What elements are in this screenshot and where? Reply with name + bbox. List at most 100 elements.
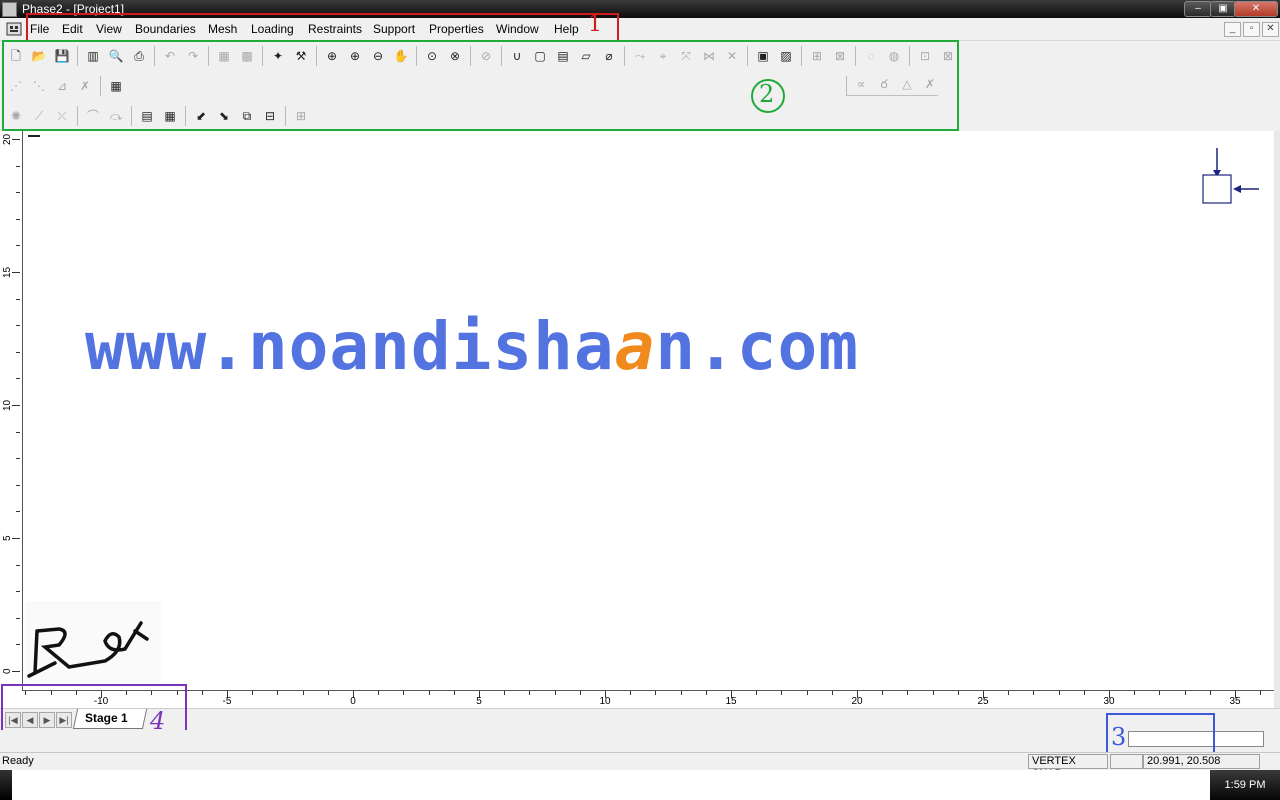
signature-logo	[25, 601, 161, 683]
x-ruler-label: 20	[851, 696, 863, 707]
x-ruler-tick	[957, 691, 959, 695]
x-ruler-tick	[831, 691, 833, 695]
x-ruler-tick	[1008, 691, 1010, 695]
status-bar: Ready VERTEX SNAP 20.991, 20.508	[0, 752, 1280, 780]
close-window-button[interactable]: ✕	[1234, 1, 1278, 17]
x-ruler-tick	[277, 691, 279, 695]
watermark-accent: a	[614, 308, 656, 385]
vertical-ruler: 20 15 10 5 0	[0, 131, 23, 691]
y-ruler-tick	[16, 431, 20, 433]
x-ruler-tick	[1058, 691, 1060, 695]
y-ruler-tick	[16, 617, 20, 619]
x-ruler-tick	[806, 691, 808, 695]
x-ruler-tick	[1159, 691, 1161, 695]
x-ruler-tick	[655, 691, 657, 695]
y-ruler-label: 0	[2, 668, 13, 674]
annotation-menu-box	[26, 13, 619, 42]
x-ruler-label: 10	[599, 696, 611, 707]
x-ruler-label: 0	[350, 696, 356, 707]
x-ruler-tick	[630, 691, 632, 695]
x-ruler-tick	[1184, 691, 1186, 695]
x-ruler-tick	[1083, 691, 1085, 695]
x-ruler-tick	[932, 691, 934, 695]
y-ruler-tick	[16, 378, 20, 380]
watermark-text: www.noandishaan.com	[85, 308, 859, 385]
x-ruler-label: 35	[1229, 696, 1241, 707]
x-ruler-tick	[680, 691, 682, 695]
document-icon[interactable]	[6, 21, 22, 37]
watermark-after: n.com	[655, 308, 859, 385]
x-ruler-tick	[428, 691, 430, 695]
x-ruler-tick	[705, 691, 707, 695]
start-edge[interactable]	[0, 770, 12, 800]
y-ruler-tick	[16, 192, 20, 194]
x-ruler-label: 25	[977, 696, 989, 707]
x-ruler-tick	[453, 691, 455, 695]
x-ruler-tick	[781, 691, 783, 695]
x-ruler-tick	[1260, 691, 1262, 695]
minimize-window-button[interactable]: –	[1184, 1, 1212, 17]
app-icon[interactable]	[2, 2, 17, 17]
y-ruler-tick	[16, 458, 20, 460]
x-ruler-tick	[907, 691, 909, 695]
x-ruler-tick	[554, 691, 556, 695]
y-ruler-tick	[16, 484, 20, 486]
x-ruler-tick	[882, 691, 884, 695]
horizontal-ruler: -10 -5 0 5 10 15 20 25 30 35	[22, 690, 1274, 709]
y-ruler-tick	[12, 671, 20, 672]
y-ruler-label: 20	[2, 133, 13, 145]
y-ruler-tick	[16, 511, 20, 513]
right-edge	[1274, 131, 1280, 731]
y-ruler-tick	[16, 218, 20, 220]
y-ruler-label: 10	[2, 399, 13, 411]
crosshair-cursor	[28, 135, 40, 137]
y-ruler-tick	[16, 564, 20, 566]
x-ruler-tick	[201, 691, 203, 695]
x-ruler-tick	[403, 691, 405, 695]
cursor-coordinates: 20.991, 20.508	[1143, 754, 1260, 769]
x-ruler-label: -5	[222, 696, 232, 707]
x-ruler-label: 30	[1103, 696, 1115, 707]
annotation-toolbar-box	[2, 40, 959, 131]
y-ruler-tick	[16, 245, 20, 247]
y-ruler-tick	[12, 405, 20, 406]
x-ruler-label: 15	[725, 696, 737, 707]
y-ruler-label: 15	[2, 266, 13, 278]
x-ruler-tick	[252, 691, 254, 695]
x-ruler-tick	[327, 691, 329, 695]
drawing-canvas[interactable]	[23, 131, 1274, 690]
x-ruler-tick	[529, 691, 531, 695]
x-ruler-tick	[579, 691, 581, 695]
x-ruler-tick	[1134, 691, 1136, 695]
taskbar: 1:59 PM	[0, 770, 1280, 800]
x-ruler-tick	[756, 691, 758, 695]
annotation-number-1: 1	[588, 12, 602, 37]
mdi-close-button[interactable]: ✕	[1262, 22, 1279, 37]
x-ruler-tick	[302, 691, 304, 695]
mdi-restore-button[interactable]: ▫	[1243, 22, 1260, 37]
y-ruler-tick	[12, 538, 20, 539]
annotation-number-2: 2	[759, 80, 775, 108]
x-ruler-tick	[1033, 691, 1035, 695]
annotation-number-3: 3	[1111, 723, 1127, 751]
x-ruler-tick	[378, 691, 380, 695]
y-ruler-tick	[16, 165, 20, 167]
y-ruler-tick	[12, 139, 20, 140]
y-ruler-tick	[16, 325, 20, 327]
x-ruler-label: 5	[476, 696, 482, 707]
watermark-before: www.noandisha	[85, 308, 615, 385]
mdi-minimize-button[interactable]: _	[1224, 22, 1241, 37]
y-ruler-label: 5	[2, 535, 13, 541]
y-ruler-tick	[16, 298, 20, 300]
y-ruler-tick	[16, 644, 20, 646]
clock[interactable]: 1:59 PM	[1210, 770, 1280, 800]
command-strip	[0, 730, 1280, 752]
maximize-window-button[interactable]: ▣	[1210, 1, 1236, 17]
status-text: Ready	[2, 755, 34, 767]
stage-tab-bar: |◀ ◀ ▶ ▶| Stage 1	[0, 708, 1280, 731]
x-ruler-tick	[1209, 691, 1211, 695]
axes-indicator-icon	[1202, 148, 1259, 204]
y-ruler-tick	[16, 351, 20, 353]
snap-mode-indicator[interactable]: VERTEX SNAP	[1028, 754, 1108, 780]
y-ruler-tick	[12, 272, 20, 273]
